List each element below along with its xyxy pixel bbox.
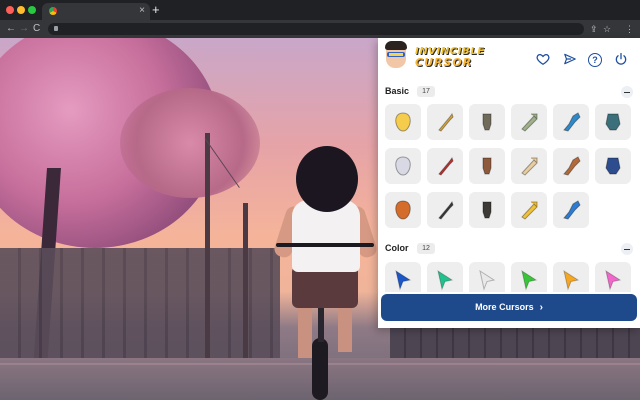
cursor-tile-teal-helmet-cursor[interactable] bbox=[595, 104, 631, 140]
share-icon[interactable]: ⇪ bbox=[590, 23, 598, 35]
cursor-tile-black-gauntlet-cursor[interactable] bbox=[469, 192, 505, 228]
utility-pole bbox=[205, 133, 210, 358]
utility-pole bbox=[243, 203, 248, 363]
cursor-tile-stone-gauntlet-cursor[interactable] bbox=[469, 104, 505, 140]
lime-arrow-cursor-icon bbox=[517, 268, 541, 292]
cursor-tile-blue-arm-cursor[interactable] bbox=[595, 148, 631, 184]
section-count-badge: 17 bbox=[417, 86, 435, 97]
cursor-grid-color bbox=[385, 262, 633, 292]
lock-icon bbox=[54, 26, 58, 31]
cursor-tile-green-arrow-cursor[interactable] bbox=[427, 262, 463, 292]
mini-invincible-cursor-icon bbox=[559, 198, 583, 222]
cursor-tile-blue-boot-cursor[interactable] bbox=[553, 104, 589, 140]
invincible-face-cursor-icon bbox=[391, 110, 415, 134]
blue-arrow-cursor-icon bbox=[391, 268, 415, 292]
window-minimize-button[interactable] bbox=[17, 6, 25, 14]
invincible-logo-icon bbox=[385, 41, 407, 68]
window-close-button[interactable] bbox=[6, 6, 14, 14]
reload-button[interactable]: C bbox=[33, 23, 40, 35]
collapse-section-button[interactable] bbox=[621, 86, 633, 98]
address-bar[interactable] bbox=[48, 23, 584, 35]
cursor-tile-yellow-fist-cursor[interactable] bbox=[511, 192, 547, 228]
cursor-tile-blue-arrow-cursor[interactable] bbox=[385, 262, 421, 292]
cursor-tile-invincible-face-cursor[interactable] bbox=[385, 104, 421, 140]
back-button[interactable]: ← bbox=[6, 23, 16, 35]
forward-button[interactable]: → bbox=[19, 23, 29, 35]
chevron-right-icon: › bbox=[539, 302, 543, 313]
boy-shorts bbox=[292, 266, 358, 308]
dark-arrow-badge-cursor-icon bbox=[433, 198, 457, 222]
more-cursors-button[interactable]: More Cursors › bbox=[381, 294, 637, 321]
browser-tab[interactable]: × bbox=[42, 3, 150, 20]
cursor-tile-white-glove-cursor[interactable] bbox=[385, 148, 421, 184]
bicycle-handlebar bbox=[276, 243, 374, 247]
cherry-blossom-tree-small bbox=[120, 88, 260, 198]
popup-header: Invincible Cursor ? bbox=[378, 38, 640, 82]
cursor-tile-bronze-arm-cursor[interactable] bbox=[553, 148, 589, 184]
tab-close-icon[interactable]: × bbox=[139, 5, 145, 17]
help-icon[interactable]: ? bbox=[588, 53, 602, 67]
cursor-tile-lime-arrow-cursor[interactable] bbox=[511, 262, 547, 292]
tab-bar: × + bbox=[0, 0, 640, 20]
logo-wordmark: Invincible Cursor bbox=[415, 46, 485, 68]
cursor-grid-basic bbox=[385, 104, 633, 232]
yellow-fist-cursor-icon bbox=[517, 198, 541, 222]
gold-scepter-cursor-icon bbox=[433, 110, 457, 134]
bronze-arm-cursor-icon bbox=[559, 154, 583, 178]
power-icon[interactable] bbox=[613, 52, 629, 68]
red-dumbbell-cursor-icon bbox=[433, 154, 457, 178]
bookmark-star-icon[interactable]: ☆ bbox=[603, 23, 611, 35]
invincible-cursor-popup: Invincible Cursor ? Basic 17 Color 12 Mo… bbox=[378, 38, 640, 328]
green-axe-cursor-icon bbox=[517, 110, 541, 134]
section-title: Basic bbox=[385, 86, 410, 96]
boy-head bbox=[296, 146, 358, 212]
cursor-tile-orange-shield-cursor[interactable] bbox=[385, 192, 421, 228]
blue-arm-cursor-icon bbox=[601, 154, 625, 178]
brown-robot-cursor-icon bbox=[475, 154, 499, 178]
logo-line-2: Cursor bbox=[415, 56, 473, 69]
section-header-color: Color 12 bbox=[385, 241, 633, 257]
green-arrow-cursor-icon bbox=[433, 268, 457, 292]
collapse-section-button[interactable] bbox=[621, 243, 633, 255]
heart-icon[interactable] bbox=[535, 52, 551, 68]
cursor-tile-white-arrow-cursor[interactable] bbox=[469, 262, 505, 292]
black-gauntlet-cursor-icon bbox=[475, 198, 499, 222]
section-title: Color bbox=[385, 243, 409, 253]
chrome-favicon-icon bbox=[49, 7, 57, 15]
cursor-tile-beige-wing-cursor[interactable] bbox=[511, 148, 547, 184]
more-cursors-label: More Cursors bbox=[475, 302, 534, 312]
stone-gauntlet-cursor-icon bbox=[475, 110, 499, 134]
window-maximize-button[interactable] bbox=[28, 6, 36, 14]
cursor-tile-red-dumbbell-cursor[interactable] bbox=[427, 148, 463, 184]
white-arrow-cursor-icon bbox=[475, 268, 499, 292]
send-icon[interactable] bbox=[562, 52, 578, 68]
boy-leg bbox=[298, 304, 312, 358]
bicycle-frame bbox=[318, 302, 324, 342]
white-glove-cursor-icon bbox=[391, 154, 415, 178]
bicycle-wheel bbox=[312, 338, 328, 400]
beige-wing-cursor-icon bbox=[517, 154, 541, 178]
cursor-tile-green-axe-cursor[interactable] bbox=[511, 104, 547, 140]
section-header-basic: Basic 17 bbox=[385, 84, 633, 100]
section-count-badge: 12 bbox=[417, 243, 435, 254]
teal-helmet-cursor-icon bbox=[601, 110, 625, 134]
cursor-tile-orange-arrow-cursor[interactable] bbox=[553, 262, 589, 292]
orange-arrow-cursor-icon bbox=[559, 268, 583, 292]
cursor-tile-dark-arrow-badge-cursor[interactable] bbox=[427, 192, 463, 228]
blue-boot-cursor-icon bbox=[559, 110, 583, 134]
browser-toolbar: ← → C ⇪ ☆ ⋮ bbox=[0, 20, 640, 38]
cursor-tile-brown-robot-cursor[interactable] bbox=[469, 148, 505, 184]
browser-menu-icon[interactable]: ⋮ bbox=[625, 23, 634, 35]
orange-shield-cursor-icon bbox=[391, 198, 415, 222]
cursor-tile-gold-scepter-cursor[interactable] bbox=[427, 104, 463, 140]
new-tab-button[interactable]: + bbox=[152, 3, 160, 16]
cursor-tile-pink-arrow-cursor[interactable] bbox=[595, 262, 631, 292]
street-fence bbox=[0, 248, 280, 358]
cursor-tile-mini-invincible-cursor[interactable] bbox=[553, 192, 589, 228]
pink-arrow-cursor-icon bbox=[601, 268, 625, 292]
boy-leg bbox=[338, 304, 352, 352]
